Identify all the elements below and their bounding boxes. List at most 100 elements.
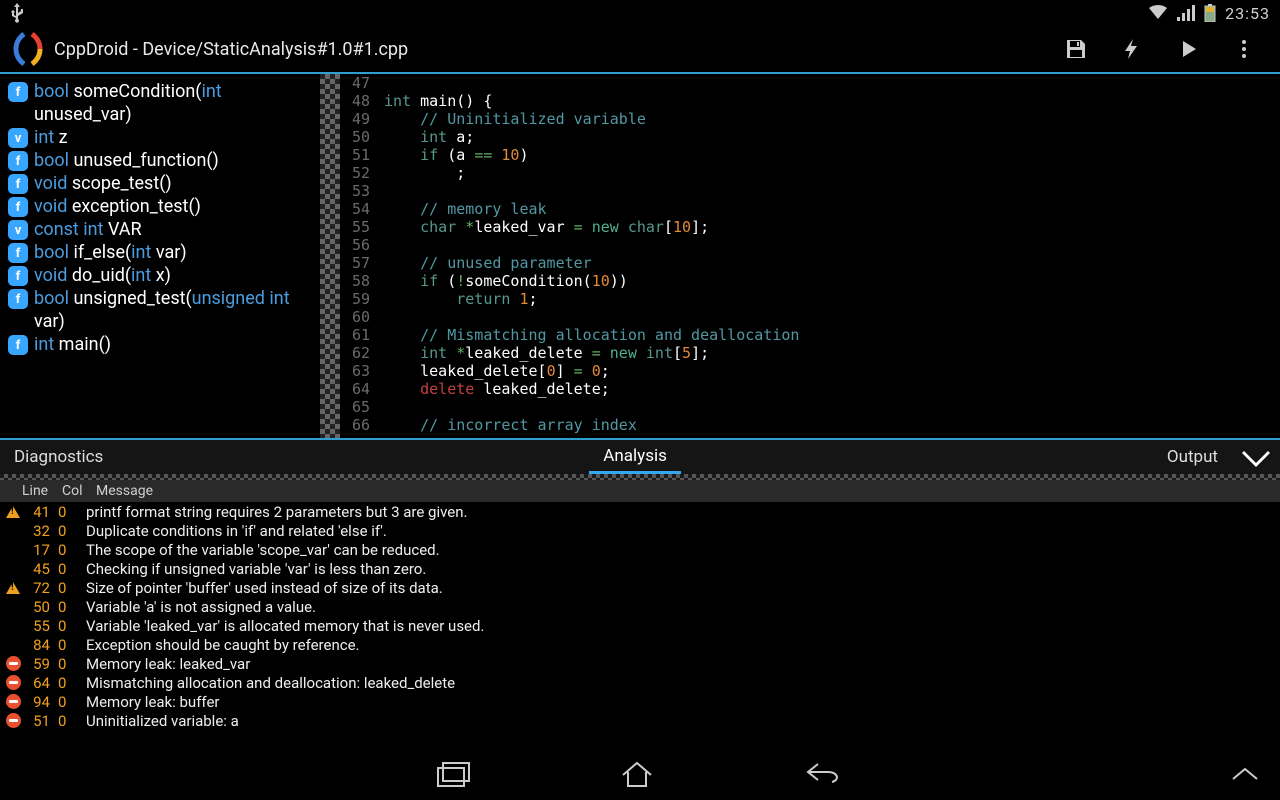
analysis-line: 72 <box>22 579 58 597</box>
analysis-line: 50 <box>22 598 58 616</box>
outline-label: int main() <box>34 333 314 356</box>
outline-badge: v <box>8 128 28 148</box>
analysis-message: Variable 'a' is not assigned a value. <box>86 598 316 616</box>
analysis-col: 0 <box>58 617 86 635</box>
warning-icon <box>6 582 20 594</box>
analysis-message: Duplicate conditions in 'if' and related… <box>86 522 387 540</box>
outline-label: bool if_else(int var) <box>34 241 314 264</box>
analysis-message: Memory leak: leaked_var <box>86 655 250 673</box>
analysis-row[interactable]: 550Variable 'leaked_var' is allocated me… <box>0 616 1280 635</box>
analysis-row[interactable]: 410printf format string requires 2 param… <box>0 502 1280 521</box>
outline-badge: f <box>8 335 28 355</box>
app-title: CppDroid - Device/StaticAnalysis#1.0#1.c… <box>54 39 408 60</box>
analysis-row[interactable]: 510Uninitialized variable: a <box>0 711 1280 730</box>
code-editor[interactable]: 4748495051525354555657585960616263646566… <box>340 74 1280 438</box>
analysis-col: 0 <box>58 712 86 730</box>
compile-button[interactable] <box>1104 25 1160 73</box>
code-content[interactable]: int main() { // Uninitialized variable i… <box>376 74 1280 438</box>
nav-back-button[interactable] <box>804 760 844 788</box>
analysis-col: 0 <box>58 636 86 654</box>
outline-label: bool someCondition(int unused_var) <box>34 80 314 126</box>
tab-output[interactable]: Output <box>1153 440 1232 474</box>
play-icon <box>1176 37 1200 61</box>
error-icon <box>6 694 21 709</box>
outline-item[interactable]: f void exception_test() <box>8 195 314 218</box>
line-numbers: 4748495051525354555657585960616263646566 <box>340 74 376 438</box>
expand-panel-button[interactable] <box>1232 440 1280 474</box>
analysis-row[interactable]: 940Memory leak: buffer <box>0 692 1280 711</box>
outline-badge: v <box>8 220 28 240</box>
analysis-col: 0 <box>58 579 86 597</box>
analysis-message: The scope of the variable 'scope_var' ca… <box>86 541 440 559</box>
analysis-col: 0 <box>58 503 86 521</box>
outline-badge: f <box>8 174 28 194</box>
symbol-outline[interactable]: fbool someCondition(int unused_var)vint … <box>0 74 320 438</box>
save-icon <box>1064 37 1088 61</box>
outline-label: void do_uid(int x) <box>34 264 314 287</box>
wifi-icon <box>1148 5 1168 21</box>
outline-item[interactable]: f bool unused_function() <box>8 149 314 172</box>
more-vert-icon <box>1232 37 1256 61</box>
analysis-row[interactable]: 450Checking if unsigned variable 'var' i… <box>0 559 1280 578</box>
nav-up-button[interactable] <box>1230 765 1260 783</box>
analysis-header: Line Col Message <box>0 480 1280 502</box>
outline-badge: f <box>8 151 28 171</box>
outline-badge: f <box>8 82 28 102</box>
outline-label: void exception_test() <box>34 195 314 218</box>
outline-item[interactable]: f void scope_test() <box>8 172 314 195</box>
analysis-col: 0 <box>58 693 86 711</box>
chevron-down-icon <box>1242 447 1270 467</box>
analysis-row[interactable]: 320Duplicate conditions in 'if' and rela… <box>0 521 1280 540</box>
outline-item[interactable]: f bool someCondition(int unused_var) <box>8 80 314 126</box>
analysis-row[interactable]: 170The scope of the variable 'scope_var'… <box>0 540 1280 559</box>
analysis-message: Exception should be caught by reference. <box>86 636 360 654</box>
analysis-row[interactable]: 640Mismatching allocation and deallocati… <box>0 673 1280 692</box>
analysis-line: 45 <box>22 560 58 578</box>
outline-badge: f <box>8 289 28 309</box>
outline-badge: f <box>8 197 28 217</box>
tab-analysis[interactable]: Analysis <box>589 440 681 474</box>
analysis-line: 55 <box>22 617 58 635</box>
overflow-menu-button[interactable] <box>1216 25 1272 73</box>
analysis-row[interactable]: 840Exception should be caught by referen… <box>0 635 1280 654</box>
outline-label: bool unsigned_test(unsigned int var) <box>34 287 314 333</box>
usb-icon <box>10 3 24 23</box>
analysis-col: 0 <box>58 674 86 692</box>
analysis-message: Checking if unsigned variable 'var' is l… <box>86 560 426 578</box>
analysis-col: 0 <box>58 655 86 673</box>
back-icon <box>804 760 844 784</box>
save-button[interactable] <box>1048 25 1104 73</box>
analysis-row[interactable]: 720Size of pointer 'buffer' used instead… <box>0 578 1280 597</box>
analysis-message: Memory leak: buffer <box>86 693 220 711</box>
nav-recent-button[interactable] <box>436 760 470 788</box>
android-status-bar: 23:53 <box>0 0 1280 26</box>
analysis-row[interactable]: 590Memory leak: leaked_var <box>0 654 1280 673</box>
analysis-line: 32 <box>22 522 58 540</box>
analysis-line: 51 <box>22 712 58 730</box>
warning-icon <box>6 506 20 518</box>
outline-item[interactable]: f bool unsigned_test(unsigned int var) <box>8 287 314 333</box>
editor-gutter-strip <box>320 74 340 438</box>
analysis-line: 94 <box>22 693 58 711</box>
run-button[interactable] <box>1160 25 1216 73</box>
outline-item[interactable]: f bool if_else(int var) <box>8 241 314 264</box>
outline-label: void scope_test() <box>34 172 314 195</box>
bottom-tab-bar: Diagnostics Analysis Output <box>0 438 1280 474</box>
recent-icon <box>436 760 470 788</box>
analysis-line: 17 <box>22 541 58 559</box>
outline-badge: f <box>8 243 28 263</box>
nav-home-button[interactable] <box>620 760 654 788</box>
analysis-line: 84 <box>22 636 58 654</box>
outline-item[interactable]: f int main() <box>8 333 314 356</box>
action-bar: CppDroid - Device/StaticAnalysis#1.0#1.c… <box>0 26 1280 74</box>
outline-item[interactable]: f void do_uid(int x) <box>8 264 314 287</box>
analysis-col: 0 <box>58 541 86 559</box>
outline-badge: f <box>8 266 28 286</box>
analysis-row[interactable]: 500Variable 'a' is not assigned a value. <box>0 597 1280 616</box>
outline-item[interactable]: vint z <box>8 126 314 149</box>
outline-item[interactable]: vconst int VAR <box>8 218 314 241</box>
analysis-line: 41 <box>22 503 58 521</box>
analysis-message: Size of pointer 'buffer' used instead of… <box>86 579 443 597</box>
outline-label: bool unused_function() <box>34 149 314 172</box>
tab-diagnostics[interactable]: Diagnostics <box>0 440 117 474</box>
